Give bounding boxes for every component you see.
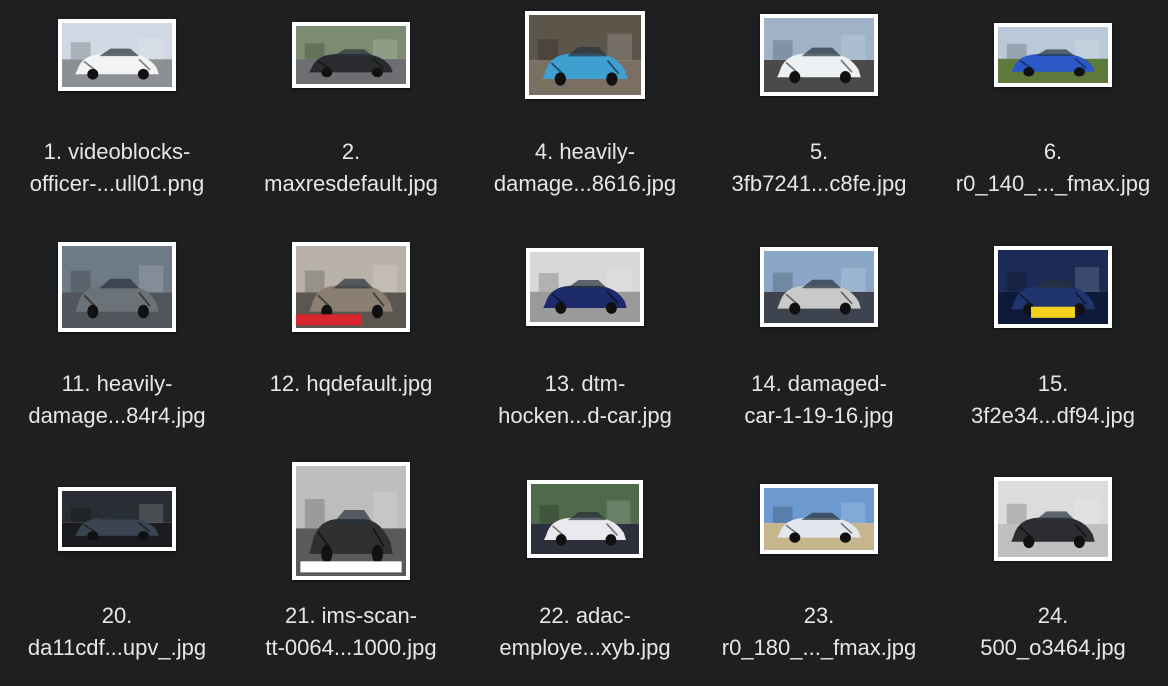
image-preview — [531, 484, 639, 554]
image-preview — [296, 246, 406, 328]
file-name-line-2: officer-...ull01.png — [29, 171, 205, 196]
file-name-line-1: 21. ims-scan- — [284, 603, 418, 628]
file-grid: 1. videoblocks-officer-...ull01.png 2. max… — [0, 0, 1168, 686]
file-name-line-2: da11cdf...upv_.jpg — [27, 635, 207, 660]
file-thumbnail[interactable] — [292, 22, 410, 88]
file-name[interactable]: 5. 3fb7241...c8fe.jpg — [702, 136, 936, 200]
file-name-line-1: 5. — [809, 139, 829, 164]
file-name-line-1: 13. dtm- — [544, 371, 626, 396]
file-thumbnail[interactable] — [994, 477, 1112, 561]
file-name-line-1: 14. damaged- — [751, 371, 887, 396]
file-name[interactable]: 22. adac-employe...xyb.jpg — [468, 600, 702, 664]
file-name-line-1: 4. heavily- — [534, 139, 636, 164]
file-thumbnail[interactable] — [994, 23, 1112, 87]
file-name-line-1: 6. — [1043, 139, 1063, 164]
file-name-line-1: 20. — [101, 603, 133, 628]
image-preview — [998, 481, 1108, 557]
file-thumbnail[interactable] — [58, 242, 176, 332]
file-name-line-2: r0_140_..._fmax.jpg — [955, 171, 1151, 196]
file-name-line-1: 24. — [1037, 603, 1069, 628]
file-thumbnail[interactable] — [58, 19, 176, 91]
image-preview — [764, 251, 874, 323]
file-name-line-2: 500_o3464.jpg — [980, 635, 1126, 660]
file-name[interactable]: 2. maxresdefault.jpg — [234, 136, 468, 200]
file-thumbnail[interactable] — [525, 11, 645, 99]
file-name-line-2: 3fb7241...c8fe.jpg — [731, 171, 907, 196]
file-name[interactable]: 1. videoblocks-officer-...ull01.png — [0, 136, 234, 200]
file-name[interactable]: 20. da11cdf...upv_.jpg — [0, 600, 234, 664]
file-name[interactable]: 11. heavily-damage...84r4.jpg — [0, 368, 234, 432]
file-name-line-1: 15. — [1037, 371, 1069, 396]
image-preview — [62, 246, 172, 328]
file-name[interactable]: 21. ims-scan-tt-0064...1000.jpg — [234, 600, 468, 664]
file-name-line-1: 1. videoblocks- — [43, 139, 191, 164]
file-name-line-2: tt-0064...1000.jpg — [265, 635, 437, 660]
file-name[interactable]: 14. damaged-car-1-19-16.jpg — [702, 368, 936, 432]
file-name-line-1: 23. — [803, 603, 835, 628]
file-name-line-1: 2. — [341, 139, 361, 164]
image-preview — [62, 23, 172, 87]
file-name-line-2: damage...8616.jpg — [493, 171, 677, 196]
image-preview — [296, 26, 406, 84]
file-thumbnail[interactable] — [58, 487, 176, 551]
file-name[interactable]: 13. dtm-hocken...d-car.jpg — [468, 368, 702, 432]
file-name[interactable]: 4. heavily-damage...8616.jpg — [468, 136, 702, 200]
file-thumbnail[interactable] — [760, 14, 878, 96]
file-name[interactable]: 15. 3f2e34...df94.jpg — [936, 368, 1168, 432]
file-name-line-2: r0_180_..._fmax.jpg — [721, 635, 917, 660]
file-name[interactable]: 6. r0_140_..._fmax.jpg — [936, 136, 1168, 200]
file-name-line-2: damage...84r4.jpg — [28, 403, 206, 428]
image-preview — [764, 488, 874, 550]
image-preview — [529, 15, 641, 95]
file-name-line-1: 12. hqdefault.jpg — [269, 371, 433, 396]
file-name-line-1: 11. heavily- — [61, 371, 173, 396]
image-preview — [62, 491, 172, 547]
file-thumbnail[interactable] — [760, 247, 878, 327]
file-thumbnail[interactable] — [292, 462, 410, 580]
image-preview — [998, 250, 1108, 324]
image-preview — [296, 466, 406, 576]
file-thumbnail[interactable] — [292, 242, 410, 332]
file-thumbnail[interactable] — [994, 246, 1112, 328]
file-name-line-2: 3f2e34...df94.jpg — [971, 403, 1135, 428]
file-name[interactable]: 23. r0_180_..._fmax.jpg — [702, 600, 936, 664]
file-thumbnail[interactable] — [760, 484, 878, 554]
file-name-line-2: car-1-19-16.jpg — [744, 403, 894, 428]
image-preview — [998, 27, 1108, 83]
file-name-line-2: employe...xyb.jpg — [499, 635, 671, 660]
image-preview — [764, 18, 874, 92]
file-thumbnail[interactable] — [527, 480, 643, 558]
image-preview — [530, 252, 640, 322]
file-name[interactable]: 24. 500_o3464.jpg — [936, 600, 1168, 664]
file-name-line-2: hocken...d-car.jpg — [498, 403, 672, 428]
file-name-line-2: maxresdefault.jpg — [264, 171, 438, 196]
file-name[interactable]: 12. hqdefault.jpg — [234, 368, 468, 400]
file-thumbnail[interactable] — [526, 248, 644, 326]
file-name-line-1: 22. adac- — [539, 603, 631, 628]
